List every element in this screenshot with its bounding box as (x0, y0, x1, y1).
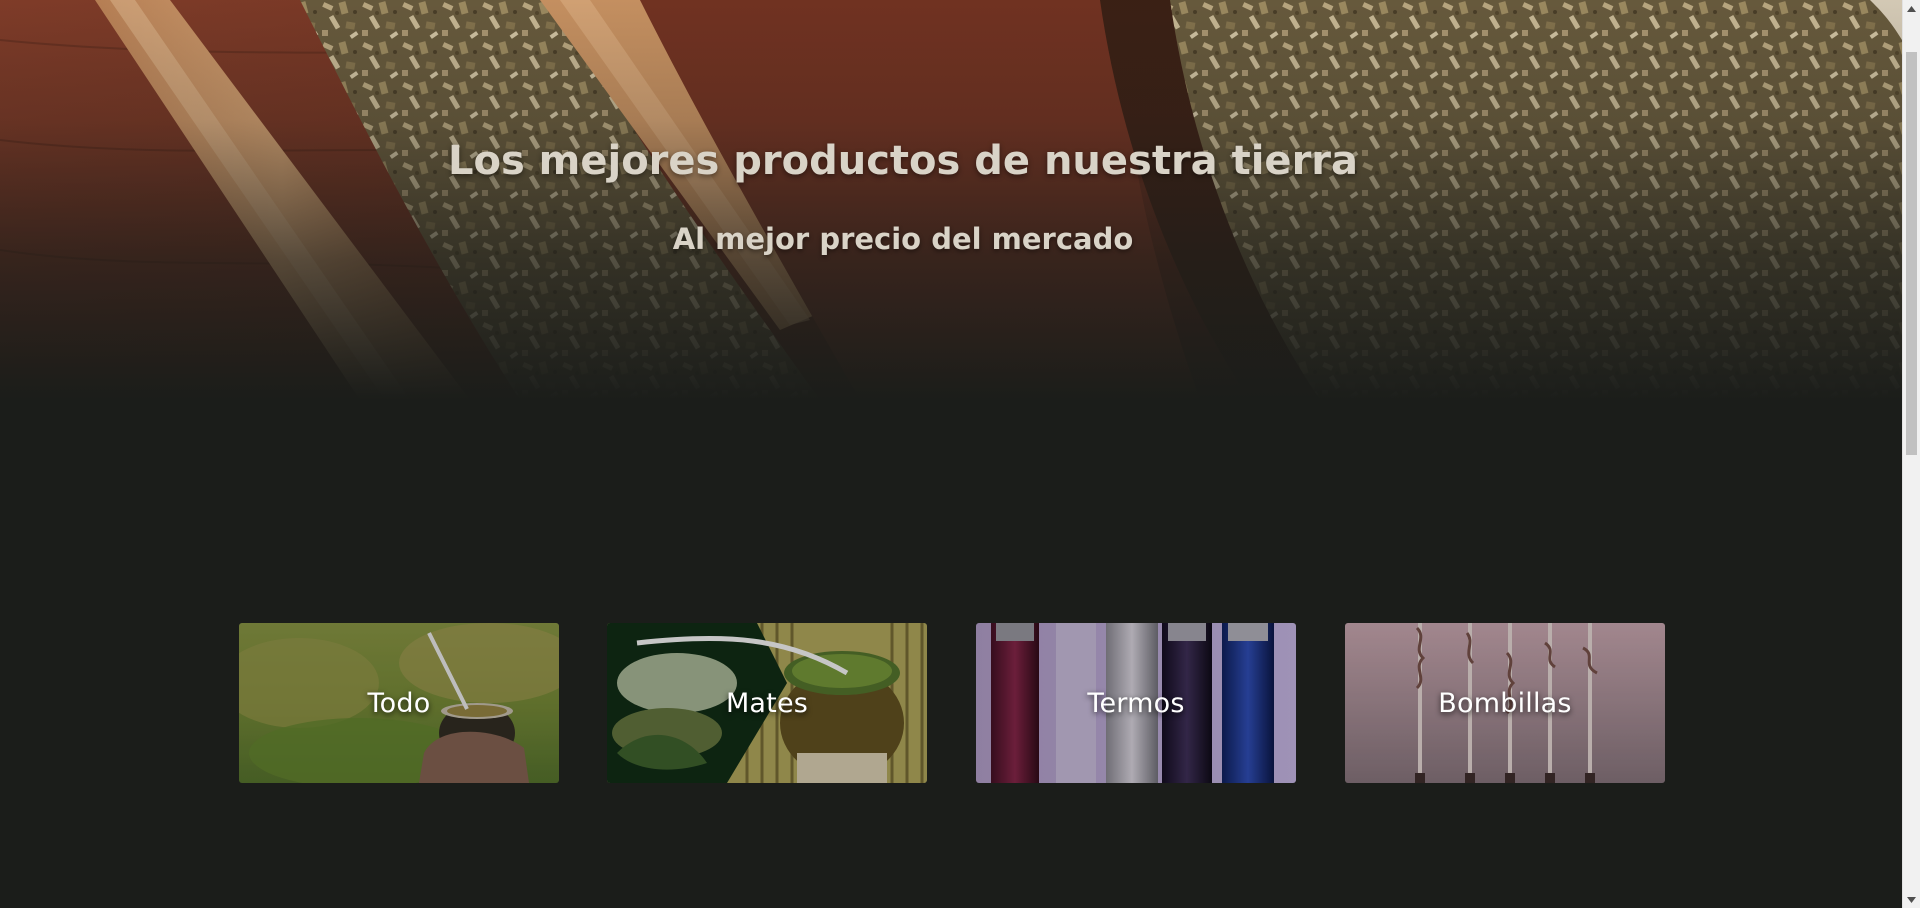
hero-banner: Los mejores productos de nuestra tierra … (0, 0, 1902, 400)
category-card-mates[interactable]: Mates (607, 623, 927, 783)
hero-subtitle: Al mejor precio del mercado (672, 222, 1134, 256)
category-label: Mates (725, 687, 809, 719)
page: Los mejores productos de nuestra tierra … (0, 0, 1920, 908)
scroll-down-arrow-icon[interactable] (1903, 891, 1920, 908)
category-card-todo[interactable]: Todo (239, 623, 559, 783)
category-label: Termos (1087, 687, 1185, 719)
category-label: Todo (367, 687, 431, 719)
vertical-scrollbar[interactable] (1902, 0, 1920, 908)
category-cards: Todo Mates Termos Bombillas (239, 623, 1665, 783)
scrollbar-thumb[interactable] (1906, 52, 1917, 455)
category-card-termos[interactable]: Termos (976, 623, 1296, 783)
category-card-bombillas[interactable]: Bombillas (1345, 623, 1665, 783)
scroll-up-arrow-icon[interactable] (1903, 0, 1920, 17)
hero-text: Los mejores productos de nuestra tierra … (0, 0, 1902, 400)
hero-title: Los mejores productos de nuestra tierra (447, 138, 1359, 184)
category-label: Bombillas (1438, 687, 1572, 719)
